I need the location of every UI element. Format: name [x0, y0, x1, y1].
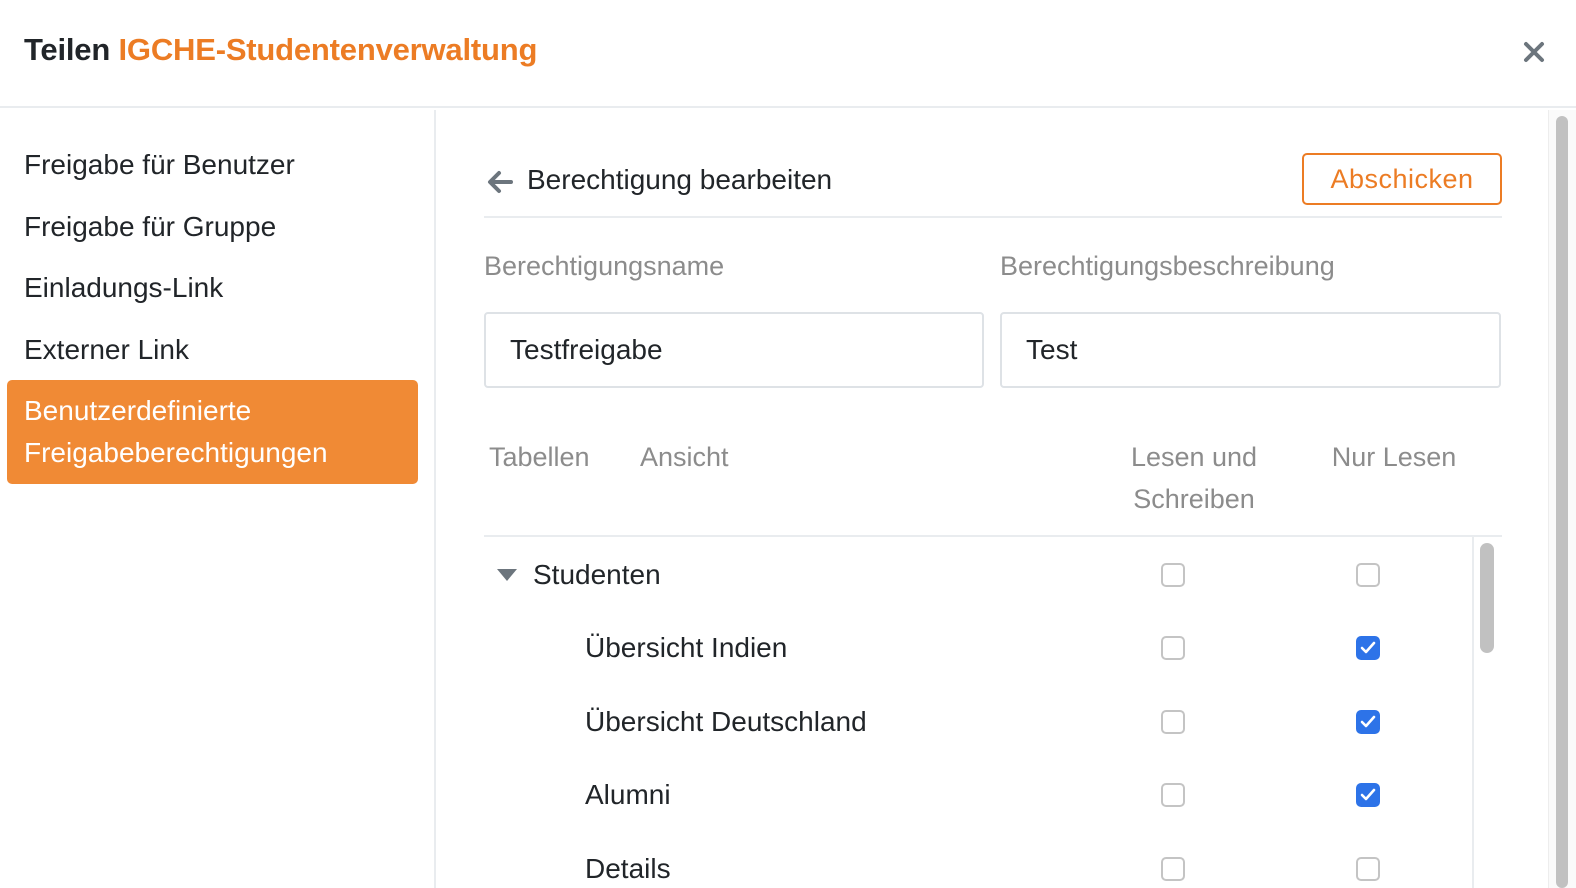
permission-name-label: Berechtigungsname [484, 251, 725, 281]
caret-down-icon[interactable] [496, 567, 518, 583]
sidebar-item-external-link[interactable]: Externer Link [7, 329, 418, 371]
view-row-label: Details [585, 853, 671, 884]
table-row-label: Studenten [533, 559, 661, 590]
divider [484, 216, 1502, 218]
permission-name-input[interactable] [484, 312, 984, 388]
share-sidebar: Freigabe für Benutzer Freigabe für Grupp… [0, 110, 436, 888]
checkbox-read-only[interactable] [1356, 563, 1380, 587]
dialog-title: Teilen IGCHE-Studentenverwaltung [24, 32, 537, 68]
dialog-scrollbar[interactable] [1556, 116, 1568, 888]
sidebar-item-custom-permissions[interactable]: Benutzerdefinierte Freigabeberechtigunge… [7, 380, 418, 484]
checkmark-icon [1360, 715, 1376, 728]
table-scroll-track [1472, 537, 1474, 888]
checkmark-icon [1360, 641, 1376, 654]
share-dialog: Teilen IGCHE-Studentenverwaltung Freigab… [0, 0, 1576, 888]
sidebar-item-label-line2: Freigabeberechtigungen [24, 437, 328, 468]
sidebar-item-share-group[interactable]: Freigabe für Gruppe [7, 206, 418, 248]
checkbox-read-write[interactable] [1161, 563, 1185, 587]
checkbox-read-write[interactable] [1161, 710, 1185, 734]
column-header-read-write-line2: Schreiben [1133, 484, 1255, 514]
checkbox-read-only[interactable] [1356, 636, 1380, 660]
checkbox-read-only[interactable] [1356, 783, 1380, 807]
view-row-label: Alumni [585, 779, 671, 810]
checkmark-icon [1360, 788, 1376, 801]
close-icon [1524, 42, 1544, 62]
sidebar-item-invite-link[interactable]: Einladungs-Link [7, 267, 418, 309]
column-header-view: Ansicht [640, 442, 729, 472]
column-header-read-write: Lesen und Schreiben [1114, 436, 1274, 520]
checkbox-read-write[interactable] [1161, 783, 1185, 807]
checkbox-read-only[interactable] [1356, 857, 1380, 881]
arrow-left-icon[interactable] [485, 167, 515, 197]
base-name: IGCHE-Studentenverwaltung [118, 32, 538, 67]
submit-button[interactable]: Abschicken [1302, 153, 1502, 205]
checkbox-read-write[interactable] [1161, 636, 1185, 660]
dialog-header: Teilen IGCHE-Studentenverwaltung [0, 0, 1576, 108]
view-row-label: Übersicht Deutschland [585, 706, 867, 737]
sidebar-item-share-user[interactable]: Freigabe für Benutzer [7, 144, 418, 186]
column-header-tables: Tabellen [489, 442, 590, 472]
checkbox-read-only[interactable] [1356, 710, 1380, 734]
column-header-read-write-line1: Lesen und [1130, 442, 1258, 472]
permission-editor: Berechtigung bearbeiten Abschicken Berec… [438, 110, 1576, 888]
permission-description-label: Berechtigungsbeschreibung [1000, 251, 1335, 281]
view-row-label: Übersicht Indien [585, 632, 788, 663]
permission-description-input[interactable] [1000, 312, 1501, 388]
table-scrollbar[interactable] [1480, 543, 1494, 653]
section-title: Berechtigung bearbeiten [527, 164, 833, 195]
table-divider [484, 535, 1502, 537]
column-header-read-only: Nur Lesen [1331, 442, 1457, 472]
checkbox-read-write[interactable] [1161, 857, 1185, 881]
close-button[interactable] [1512, 30, 1556, 74]
sidebar-item-label-line1: Benutzerdefinierte [24, 395, 252, 426]
title-prefix: Teilen [24, 32, 111, 67]
